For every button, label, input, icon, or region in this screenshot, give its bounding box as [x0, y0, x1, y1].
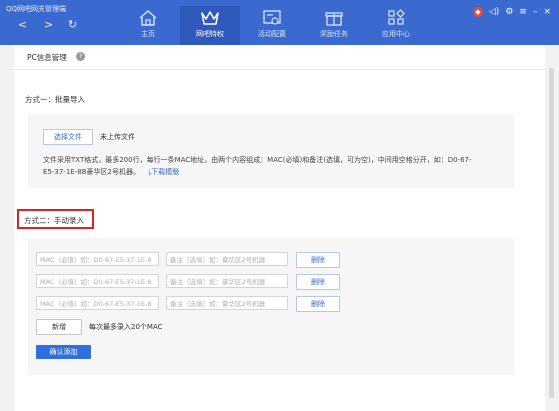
config-icon	[263, 10, 281, 25]
menu-icon[interactable]: ≡	[519, 7, 527, 17]
page-header: PC信息管理 ?	[14, 45, 545, 70]
refresh-button[interactable]: ↻	[68, 18, 77, 31]
highlight-box	[17, 209, 94, 229]
tab-app-center[interactable]: 应用中心	[366, 6, 426, 45]
home-icon	[139, 10, 157, 26]
tab-privilege-label: 网吧特权	[196, 30, 224, 38]
crown-icon	[201, 11, 219, 25]
gift-icon	[325, 12, 343, 26]
note-input[interactable]: 备注（选填）如：豪华区2号机器	[166, 252, 288, 266]
download-template-link[interactable]: ⤓下载模版	[148, 168, 179, 176]
delete-button[interactable]: 删除	[296, 274, 340, 290]
page-title: PC信息管理	[27, 53, 67, 62]
help-icon[interactable]: ?	[76, 52, 85, 61]
close-icon[interactable]: ×	[543, 7, 551, 17]
scrollbar[interactable]	[549, 68, 554, 398]
tab-activity-config[interactable]: 活动配置	[242, 6, 302, 45]
section1-title: 方式一：批量导入	[25, 95, 85, 104]
tab-privilege[interactable]: 网吧特权	[180, 6, 240, 45]
app-title: QQ网吧网关管理端	[6, 5, 67, 13]
forward-button[interactable]: >	[44, 18, 53, 31]
tab-activity-config-label: 活动配置	[258, 30, 286, 38]
tab-app-center-label: 应用中心	[382, 30, 410, 38]
mac-input[interactable]: MAC（必填）如：D0-67-E5-37-1E-8	[36, 296, 159, 310]
tab-home[interactable]: 主页	[118, 6, 178, 45]
mac-input[interactable]: MAC（必填）如：D0-67-E5-37-1E-8	[36, 274, 159, 288]
note-input[interactable]: 备注（选填）如：豪华区2号机器	[166, 274, 288, 288]
confirm-add-button[interactable]: 确认添加	[36, 345, 91, 359]
choose-file-button[interactable]: 选择文件	[43, 129, 93, 145]
max-entries-note: 每次最多录入20个MAC	[89, 323, 163, 331]
description-line-1: 文件采用TXT格式，最多200行，每行一条MAC地址，由两个内容组成：MAC(必…	[43, 156, 472, 164]
download-template-label: 下载模版	[151, 168, 180, 176]
back-button[interactable]: <	[18, 18, 27, 31]
apps-icon	[388, 9, 405, 25]
import-description: 文件采用TXT格式，最多200行，每行一条MAC地址，由两个内容组成：MAC(必…	[43, 154, 511, 178]
add-row-button[interactable]: 新增	[36, 319, 82, 335]
minimize-icon[interactable]: –	[533, 7, 538, 17]
tab-home-label: 主页	[141, 30, 155, 38]
mac-input[interactable]: MAC（必填）如：D0-67-E5-37-1E-8	[36, 252, 159, 266]
note-input[interactable]: 备注（选填）如：豪华区2号机器	[166, 296, 288, 310]
security-shield-icon[interactable]: ◆	[472, 7, 483, 17]
delete-button[interactable]: 删除	[296, 296, 340, 312]
settings-icon[interactable]: ⚙	[505, 7, 513, 17]
tab-reward-tasks[interactable]: 奖励任务	[304, 6, 364, 45]
upload-status: 未上传文件	[100, 133, 135, 141]
delete-button[interactable]: 删除	[296, 252, 340, 268]
tab-reward-tasks-label: 奖励任务	[320, 30, 348, 38]
volume-icon[interactable]: ◁)	[489, 7, 499, 17]
window-controls: ◆ ◁) ⚙ ≡ – ×	[472, 7, 551, 17]
description-line-2: E5-37-1E-8B豪华区2号机器。	[43, 168, 140, 176]
title-bar: QQ网吧网关管理端 < > ↻ 主页 网吧特权 活动配置 奖励任务 应用中心 ◆…	[0, 0, 559, 45]
